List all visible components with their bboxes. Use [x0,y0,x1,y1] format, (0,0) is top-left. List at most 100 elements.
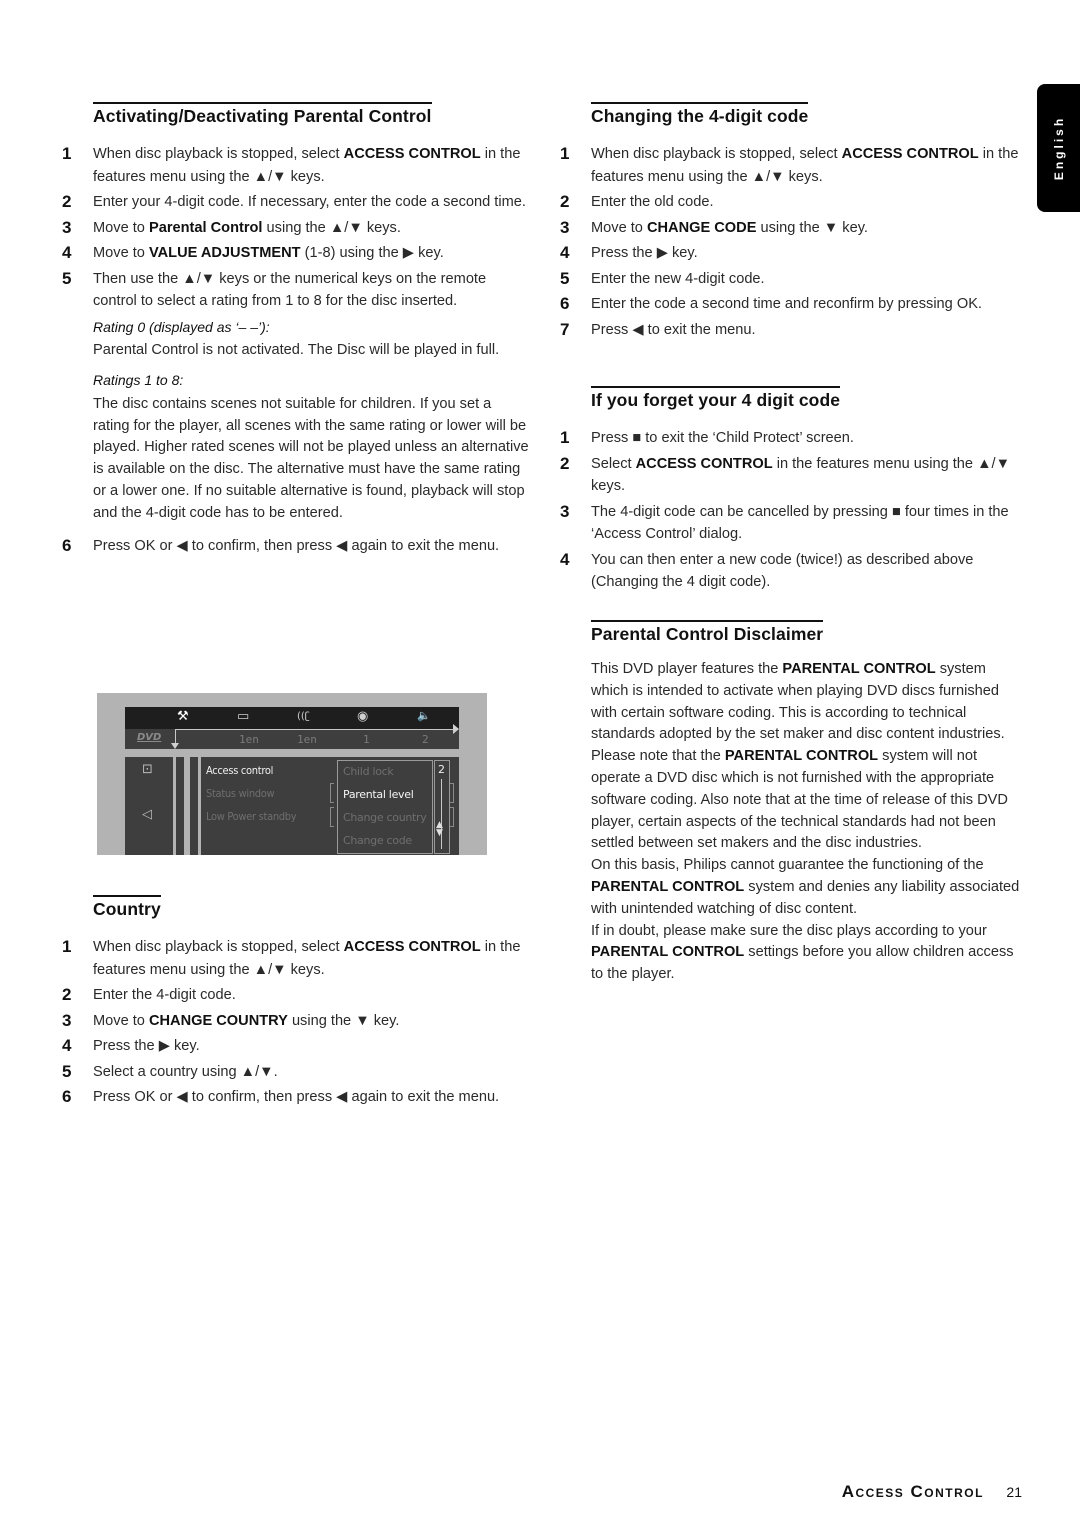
step-number: 2 [560,453,570,473]
step-text: Press OK or ◀ to confirm, then press ◀ a… [93,1089,499,1105]
submenu-item-change-code[interactable]: Change code [343,834,412,847]
osd-value: 1 [363,733,370,746]
step-number: 1 [62,937,72,956]
step: 3 Move to Parental Control using the ▲/▼ … [60,217,530,240]
step-number: 4 [560,549,570,569]
step: 6 Press OK or ◀ to confirm, then press ◀ … [60,1086,530,1109]
disclaimer-paragraph: If in doubt, please make sure the disc p… [591,921,1021,986]
step-text-part: Move to [93,219,149,236]
osd-submenu: Child lock Parental level Change country… [337,760,433,854]
rating-0-label: Rating 0 (displayed as ‘– –’): [93,318,270,335]
menu-item-status-window[interactable]: Status window [206,787,275,800]
paragraph-text: This DVD player features the [591,661,783,677]
step-number: 6 [62,1087,72,1106]
step-text: Enter the old code. [591,194,714,210]
osd-divider [175,729,455,730]
osd-bracket [330,807,334,827]
rating-0-note: Rating 0 (displayed as ‘– –’): Parental … [60,317,530,363]
step-text: Enter the 4-digit code. [93,987,236,1003]
step-text-part: Press ◀ to exit the menu. [591,321,756,338]
step-text: Move to CHANGE COUNTRY using the ▼ key. [93,1013,399,1029]
page-footer: Access Control 21 [842,1482,1022,1502]
tools-icon: ⚒ [177,709,189,724]
step: 4 Press the ▶ key. [558,242,1028,265]
step: 5 Enter the new 4-digit code. [558,268,1028,291]
page-number: 21 [1006,1484,1022,1500]
osd-bracket [450,783,454,803]
step: 3 Move to CHANGE COUNTRY using the ▼ key. [60,1010,530,1033]
paragraph-text-bold: PARENTAL CONTROL [591,944,745,961]
step-text: When disc playback is stopped, select AC… [93,939,520,978]
step-text-bold: ACCESS CONTROL [635,455,773,472]
paragraph-text-bold: PARENTAL CONTROL [782,661,936,677]
section-title: Activating/Deactivating Parental Control [93,102,432,127]
step: 1 When disc playback is stopped, select A… [60,143,530,188]
subtitle-icon: ▭ [237,709,250,724]
step-number: 2 [62,192,72,211]
step-text-part: Select a country using ▲/▼. [93,1063,278,1080]
step-text-part: using the ▲/▼ keys. [262,219,401,236]
step-text-part: using the ▼ key. [287,1012,400,1029]
step-text-part: Move to [93,245,149,261]
step-text-part: When disc playback is stopped, select [591,146,842,162]
language-label: English [1051,115,1066,181]
section-title: Country [93,895,161,920]
step-number: 5 [62,268,72,288]
paragraph-text: If in doubt, please make sure the disc p… [591,922,987,939]
dvd-logo: DVD [137,732,162,743]
section-title: Changing the 4-digit code [591,102,809,127]
submenu-item-parental-level[interactable]: Parental level [343,788,414,801]
step-text-part: using the ▼ key. [756,219,868,236]
ratings-1-8-note: Ratings 1 to 8: The disc contains scenes… [60,370,530,525]
picture-icon: ⊡ [142,762,153,777]
step: 2 Enter the 4-digit code. [60,984,530,1007]
step-text-bold: ACCESS CONTROL [841,146,979,162]
step-text-part: Then use the ▲/▼ keys or the numerical k… [93,270,487,310]
osd-value: 2 [422,733,429,746]
up-down-icon: ▲ ▼ [436,820,443,838]
disclaimer-paragraph: On this basis, Philips cannot guarantee … [591,855,1021,920]
step: 1 Press ■ to exit the ‘Child Protect’ scr… [558,427,1028,450]
step-number: 4 [62,243,72,262]
parental-level-slider[interactable]: 2 ▲ ▼ [434,760,450,854]
ratings-1-8-label: Ratings 1 to 8: [93,372,184,389]
submenu-item-change-country[interactable]: Change country [343,811,427,824]
menu-item-low-power-standby[interactable]: Low Power standby [206,810,297,823]
step-text-part: Enter the new 4-digit code. [591,270,765,287]
sound-icon: ◁ [142,807,152,822]
step-text-bold: ACCESS CONTROL [343,939,481,955]
step-text: The 4-digit code can be cancelled by pre… [591,504,1009,543]
step-text: Select a country using ▲/▼. [93,1064,278,1080]
slider-track [441,779,442,849]
section-activating: Activating/Deactivating Parental Control… [60,102,530,560]
step-text: Press the ▶ key. [93,1038,200,1054]
disclaimer-paragraph: This DVD player features the PARENTAL CO… [591,659,1021,746]
step-text: Enter the code a second time and reconfi… [591,296,982,312]
steps-list: 1 Press ■ to exit the ‘Child Protect’ scr… [558,427,1028,594]
step-text: Press ■ to exit the ‘Child Protect’ scre… [591,430,854,446]
step: 1 When disc playback is stopped, select A… [60,936,530,981]
step-text: Enter your 4-digit code. If necessary, e… [93,194,526,210]
parental-level-value: 2 [438,763,445,776]
step-text-bold: VALUE ADJUSTMENT [148,245,301,261]
step: 3 Move to CHANGE CODE using the ▼ key. [558,217,1028,240]
step: 7 Press ◀ to exit the menu. [558,319,1028,342]
submenu-item-child-lock[interactable]: Child lock [343,765,394,778]
arrow-right-icon [453,724,459,734]
footer-section-title: Access Control [841,1482,984,1501]
step-number: 3 [560,501,570,521]
step: 4 Move to VALUE ADJUSTMENT (1-8) using th… [60,242,530,265]
section-country: Country 1 When disc playback is stopped, … [60,895,530,1112]
step: 4 You can then enter a new code (twice!) … [558,549,1028,594]
step-text: Press OK or ◀ to confirm, then press ◀ a… [93,537,500,554]
step-number: 3 [62,1010,72,1030]
step-text-part: (1-8) using the ▶ key. [300,245,444,261]
step-text-part: You can then enter a new code (twice!) a… [591,551,974,591]
step: 4 Press the ▶ key. [60,1035,530,1058]
step: 6 Press OK or ◀ to confirm, then press ◀… [60,535,530,558]
disclaimer-body: This DVD player features the PARENTAL CO… [591,659,1021,986]
step-text-bold: CHANGE COUNTRY [148,1012,288,1029]
osd-side-panel: ⊡ ◁ [125,757,173,855]
step: 2 Select ACCESS CONTROL in the features m… [558,453,1028,498]
menu-item-access-control[interactable]: Access control [206,764,273,777]
